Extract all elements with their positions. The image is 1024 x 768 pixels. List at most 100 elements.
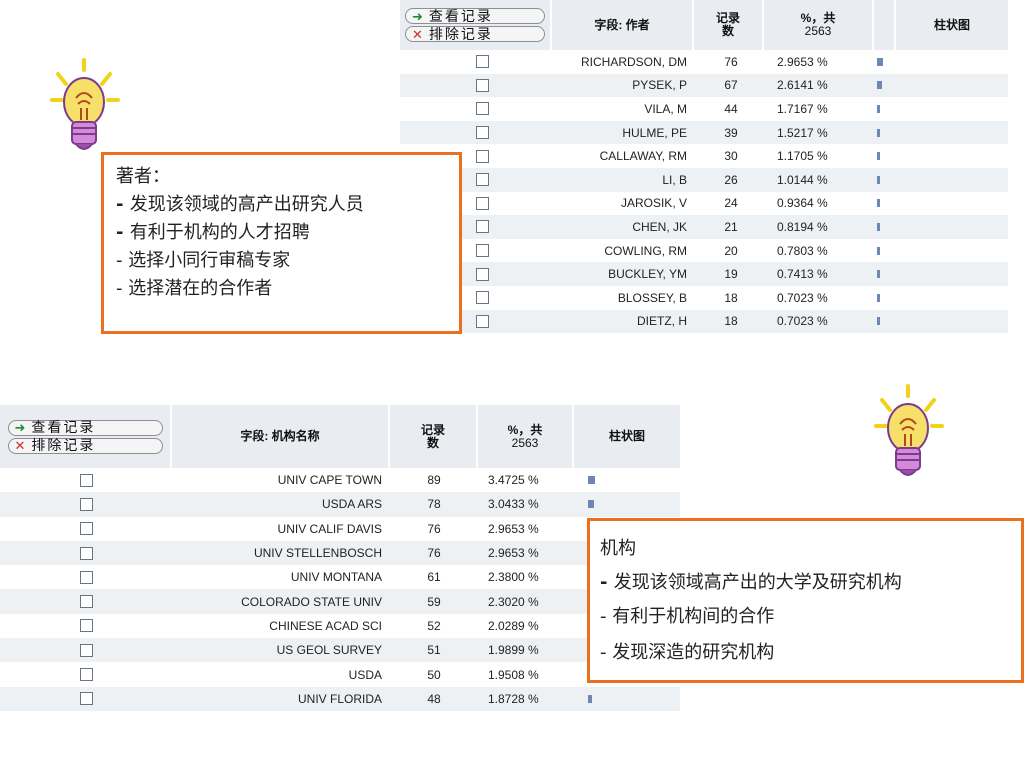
row-checkbox-cell [0, 614, 172, 638]
table-row: PYSEK, P 67 2.6141 % [400, 73, 1008, 98]
row-percent: 1.7167 % [777, 101, 828, 116]
row-bar [877, 104, 880, 113]
count-header: 记录数 [694, 0, 764, 50]
row-checkbox[interactable] [476, 78, 489, 92]
row-checkbox[interactable] [79, 546, 93, 560]
row-bar [588, 476, 595, 485]
table-row: VILA, M 44 1.7167 % [400, 97, 1008, 121]
x-icon: ✕ [14, 438, 26, 453]
table-row: CHEN, JK 21 0.8194 % [400, 215, 1008, 239]
row-checkbox[interactable] [79, 473, 93, 487]
table-row: UNIV CAPE TOWN 89 3.4725 % [0, 468, 680, 492]
table-row: UNIV STELLENBOSCH 76 2.9653 % [0, 540, 680, 566]
row-checkbox[interactable] [79, 522, 93, 536]
row-checkbox-cell [0, 638, 172, 662]
arrow-right-icon: ➜ [14, 420, 26, 435]
row-count: 48 [427, 691, 441, 706]
row-percent: 2.9653 % [488, 546, 539, 561]
row-checkbox[interactable] [476, 267, 489, 281]
row-name: UNIV FLORIDA [297, 691, 382, 706]
row-checkbox[interactable] [476, 244, 489, 258]
row-bar [877, 246, 880, 255]
row-name: UNIV CAPE TOWN [277, 473, 382, 488]
row-percent: 1.9508 % [488, 667, 539, 682]
row-name: UNIV MONTANA [290, 570, 382, 585]
row-percent: 3.4725 % [488, 473, 539, 488]
row-checkbox-cell [0, 492, 172, 516]
row-checkbox[interactable] [476, 173, 489, 187]
row-percent: 0.9364 % [777, 196, 828, 211]
row-checkbox[interactable] [79, 619, 93, 633]
row-name: RICHARDSON, DM [580, 54, 687, 69]
row-count: 51 [427, 643, 441, 658]
row-percent: 1.8728 % [488, 691, 539, 706]
table-row: US GEOL SURVEY 51 1.9899 % [0, 638, 680, 663]
row-checkbox[interactable] [476, 314, 489, 328]
row-bar-cell [867, 121, 1008, 145]
note-line: - 发现该领域的高产出研究人员 [116, 194, 364, 215]
row-checkbox[interactable] [476, 149, 489, 163]
note-line: - 有利于机构的人才招聘 [116, 222, 310, 243]
row-checkbox[interactable] [79, 595, 93, 609]
exclude-records-button[interactable]: ✕ 排除记录 [7, 437, 163, 454]
field-header: 字段: 作者 [552, 0, 694, 50]
row-bar-cell [867, 262, 1008, 286]
table-row: COLORADO STATE UNIV 59 2.3020 % [0, 589, 680, 614]
lightbulb-icon [874, 384, 944, 476]
count-header: 记录数 [390, 405, 478, 468]
table-row: DIETZ, H 18 0.7023 % [400, 309, 1008, 334]
note-title: 机构 [600, 538, 636, 559]
org-rows: UNIV CAPE TOWN 89 3.4725 % USDA ARS 78 3.0433… [0, 468, 680, 711]
row-bar [877, 317, 880, 326]
row-percent: 1.0144 % [777, 172, 828, 187]
row-bar [877, 57, 883, 66]
view-records-button[interactable]: ➜ 查看记录 [405, 8, 545, 24]
row-checkbox[interactable] [79, 643, 93, 657]
table-row: UNIV CALIF DAVIS 76 2.9653 % [0, 517, 680, 541]
row-name: LI, B [662, 172, 687, 187]
row-count: 67 [724, 78, 738, 93]
row-checkbox[interactable] [476, 126, 489, 140]
row-percent: 0.7413 % [777, 267, 828, 282]
row-checkbox-cell [0, 541, 172, 565]
row-bar [588, 694, 592, 703]
row-checkbox-cell [0, 565, 172, 589]
row-checkbox[interactable] [476, 291, 489, 305]
row-name: UNIV STELLENBOSCH [253, 546, 382, 561]
row-bar-cell [867, 310, 1008, 334]
row-name: PYSEK, P [632, 78, 687, 93]
row-checkbox[interactable] [476, 196, 489, 210]
row-checkbox[interactable] [79, 692, 93, 706]
note-title: 著者： [116, 166, 170, 187]
row-percent: 1.5217 % [777, 125, 828, 140]
row-bar-cell [578, 492, 680, 516]
table-row: UNIV MONTANA 61 2.3800 % [0, 565, 680, 589]
row-checkbox[interactable] [79, 497, 93, 511]
row-checkbox-cell [0, 468, 172, 492]
note-line: - 选择小同行审稿专家 [116, 250, 291, 271]
row-count: 76 [427, 521, 441, 536]
row-checkbox[interactable] [476, 220, 489, 234]
row-checkbox[interactable] [79, 570, 93, 584]
row-count: 50 [427, 667, 441, 682]
row-count: 61 [427, 570, 441, 585]
row-count: 76 [427, 546, 441, 561]
org-table: ➜ 查看记录 ✕ 排除记录 字段: 机构名称 记录数 %，共 2563 柱状图 UNI… [0, 405, 680, 711]
row-percent: 2.9653 % [777, 54, 828, 69]
pct-header: %，共 2563 [764, 0, 874, 50]
row-name: CHEN, JK [632, 219, 687, 234]
row-checkbox[interactable] [476, 102, 489, 116]
exclude-records-button[interactable]: ✕ 排除记录 [405, 26, 545, 42]
row-name: CALLAWAY, RM [599, 149, 687, 164]
row-bar-cell [867, 74, 1008, 98]
row-checkbox-cell [400, 74, 565, 98]
row-bar [877, 293, 880, 302]
row-percent: 2.3020 % [488, 594, 539, 609]
row-checkbox[interactable] [476, 55, 489, 69]
author-table: ➜ 查看记录 ✕ 排除记录 字段: 作者 记录数 %，共 2563 柱状图 RICHA… [400, 0, 1008, 334]
row-count: 20 [724, 243, 738, 258]
view-records-button[interactable]: ➜ 查看记录 [7, 419, 163, 436]
row-checkbox[interactable] [79, 668, 93, 682]
row-bar-cell [867, 97, 1008, 121]
row-bar-cell [867, 144, 1008, 168]
